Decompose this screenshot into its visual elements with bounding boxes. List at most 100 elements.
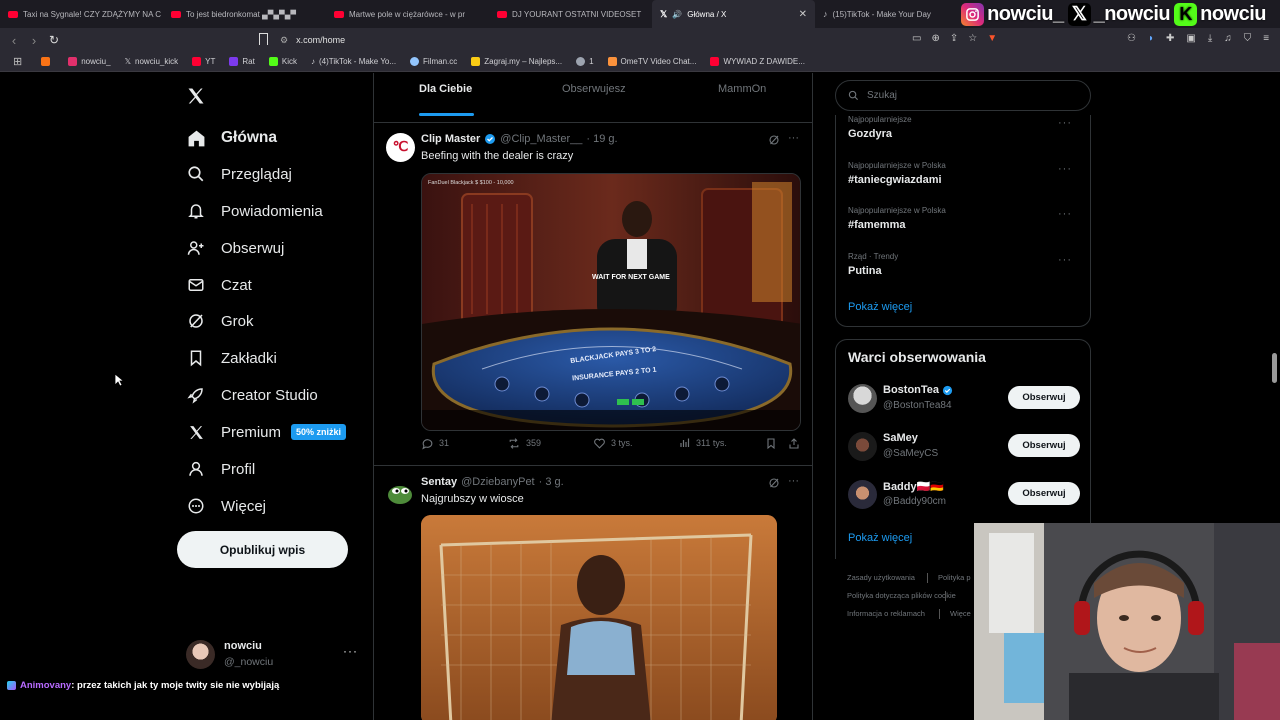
bookmark-item[interactable]: 1 [569,57,600,66]
nav-premium[interactable]: Premium 50% zniżki [186,418,347,446]
follow-suggestion[interactable]: BostonTea @BostonTea84 Obserwuj [848,382,1080,416]
more-dots-icon[interactable]: ··· [788,132,799,144]
show-more-trends-link[interactable]: Pokaż więcej [848,301,912,313]
x-logo-icon[interactable] [186,86,206,106]
tweet-image[interactable] [421,515,777,720]
repost-button[interactable]: 359 [507,437,541,450]
tweet-avatar[interactable] [386,478,415,507]
address-bar[interactable]: ⚙ x.com/home [280,32,1000,48]
post-button[interactable]: Opublikuj wpis [177,531,348,568]
sidebar-toggle-icon[interactable]: ▣ [1186,33,1195,44]
bookmark-item[interactable]: Rat [222,57,261,66]
media-icon[interactable]: ♫ [1224,33,1232,44]
close-icon[interactable]: ✕ [799,9,807,20]
cast-icon[interactable]: ▭ [912,33,921,44]
zoom-icon[interactable]: ⊕ [931,33,939,44]
footer-link[interactable]: Więce [950,609,971,618]
more-dots-icon[interactable]: ··· [1058,208,1072,220]
follow-button[interactable]: Obserwuj [1008,434,1080,457]
follow-suggestion[interactable]: SaMey @SaMeyCS Obserwuj [848,430,1080,464]
trend-item[interactable]: Najpopularniejsze w Polska #taniecgwiazd… [848,161,1080,186]
bookmark-item[interactable]: Kick [262,57,304,66]
nav-profile[interactable]: Profil [186,455,255,483]
tweet-avatar[interactable]: ℃ [386,133,415,162]
trend-item[interactable]: Najpopularniejsze w Polska #famemma ··· [848,206,1080,231]
bookmark-item[interactable]: nowciu_ [61,57,117,66]
share-icon[interactable]: ⇪ [950,33,958,44]
nav-more[interactable]: Więcej [186,492,266,520]
browser-tab[interactable]: Taxi na Sygnale! CZY ZDĄŻYMY NA C [0,0,163,28]
share-icon[interactable] [788,437,800,450]
grok-analyze-icon[interactable] [768,134,780,146]
browser-tab[interactable]: Martwe pole w ciężarówce - w pr [326,0,489,28]
nav-home[interactable]: Główna [186,124,277,152]
bookmark-page-icon[interactable] [259,33,268,45]
more-dots-icon[interactable]: ··· [1058,117,1072,129]
like-button[interactable]: 3 tys. [593,437,633,450]
download-icon[interactable]: ⤓ [1208,33,1212,44]
browser-tab[interactable]: To jest biedronkomat ▄▀▄▀▄▀ [163,0,326,28]
scrollbar-thumb[interactable] [1272,353,1277,383]
nav-follow[interactable]: Obserwuj [186,234,284,262]
reply-button[interactable]: 31 [421,437,449,450]
bookmark-icon[interactable] [765,437,777,450]
extensions-icon[interactable]: ✚ [1166,33,1174,44]
footer-link[interactable]: Polityka p [938,573,971,582]
bookmark-item[interactable]: ♪ (4)TikTok - Make Yo... [304,57,403,66]
nav-explore[interactable]: Przeglądaj [186,160,292,188]
brave-shield-icon[interactable]: ▼ [987,33,997,44]
tweet-author-handle[interactable]: @DziebanyPet [461,476,535,488]
reload-icon[interactable]: ↻ [44,30,64,50]
nav-notifications[interactable]: Powiadomienia [186,197,323,225]
nav-creator-studio[interactable]: Creator Studio [186,381,318,409]
back-icon[interactable]: ‹ [4,30,24,50]
forward-icon[interactable]: › [24,30,44,50]
more-dots-icon[interactable]: ··· [343,644,358,658]
follow-button[interactable]: Obserwuj [1008,482,1080,505]
nav-grok[interactable]: Grok [186,307,254,335]
browser-tab[interactable]: ♪ (15)TikTok - Make Your Day [815,0,955,28]
wallet-icon[interactable]: ◗ [1148,33,1154,44]
bookmark-item[interactable]: YT [185,57,222,66]
bookmark-star-icon[interactable]: ☆ [968,33,977,44]
tweet-author-name[interactable]: Sentay [421,476,457,488]
views-button[interactable]: 311 tys. [679,437,727,449]
tab-following[interactable]: Obserwujesz [562,83,626,95]
tweet-author-handle[interactable]: @Clip_Master__ [500,133,582,145]
nav-label: Główna [221,129,277,146]
browser-tab[interactable]: DJ YOURANT OSTATNI VIDEOSET [489,0,652,28]
trend-item[interactable]: Najpopularniejsze Gozdyra ··· [848,115,1080,140]
tab-mammon[interactable]: MammOn [718,83,766,95]
more-dots-icon[interactable]: ··· [1058,163,1072,175]
more-dots-icon[interactable]: ··· [788,475,799,487]
bookmark-item[interactable]: Zagraj.my – Najleps... [464,57,569,66]
bookmark-item[interactable]: WYWIAD Z DAWIDE... [703,57,811,66]
search-input[interactable]: Szukaj [835,80,1091,111]
tweet-time[interactable]: · 3 g. [539,476,564,488]
nav-chat[interactable]: Czat [186,271,252,299]
apps-grid-icon[interactable]: ⊞ [6,55,34,68]
follow-suggestion[interactable]: Baddy🇵🇱🇩🇪 @Baddy90cm Obserwuj [848,478,1080,512]
tab-for-you[interactable]: Dla Ciebie [419,83,472,95]
browser-tab-active[interactable]: 𝕏 🔊 Główna / X ✕ [652,0,815,28]
show-more-suggestions-link[interactable]: Pokaż więcej [848,532,912,544]
footer-link[interactable]: Zasady użytkowania [847,573,915,582]
tweet-time[interactable]: · 19 g. [586,133,617,145]
bookmark-item[interactable] [34,57,61,66]
more-dots-icon[interactable]: ··· [1058,254,1072,266]
nav-bookmarks[interactable]: Zakładki [186,344,277,372]
footer-link[interactable]: Polityka dotycząca plików cookie [847,591,956,600]
vpn-icon[interactable]: ⚇ [1127,33,1136,44]
footer-link[interactable]: Informacja o reklamach [847,609,925,618]
shield-icon[interactable]: ⛉ [1244,33,1252,44]
tweet-video[interactable]: FanDuel Blackjack $ $100 - 10,000 WAIT F… [421,173,801,431]
account-switcher[interactable]: nowciu @_nowciu ··· [186,640,361,670]
tweet-author-name[interactable]: Clip Master [421,133,480,145]
bookmark-item[interactable]: Filman.cc [403,57,464,66]
grok-analyze-icon[interactable] [768,477,780,489]
menu-icon[interactable]: ≡ [1263,33,1269,44]
bookmark-item[interactable]: 𝕏nowciu_kick [118,57,186,66]
follow-button[interactable]: Obserwuj [1008,386,1080,409]
bookmark-item[interactable]: OmeTV Video Chat... [601,57,704,66]
trend-item[interactable]: Rząd · Trendy Putina ··· [848,252,1080,277]
